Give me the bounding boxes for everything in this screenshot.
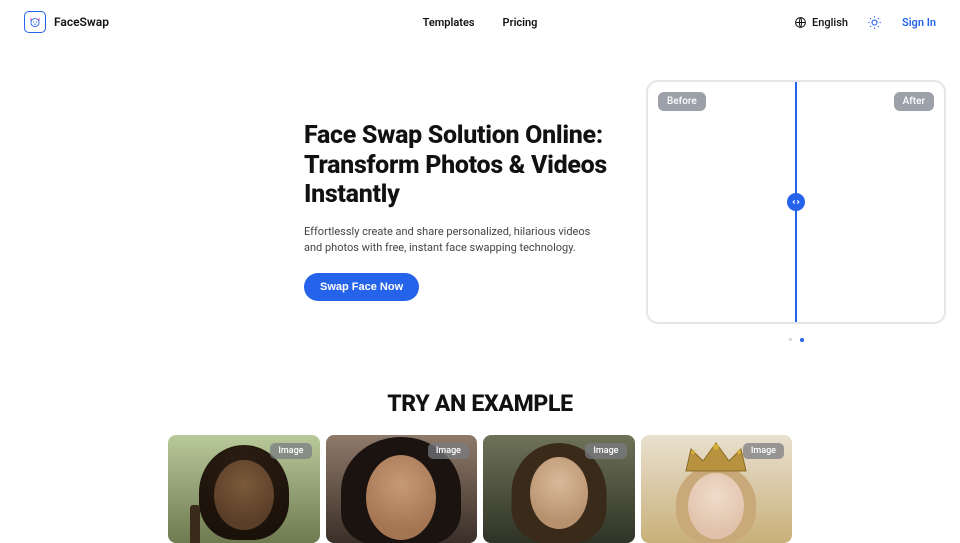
language-selector[interactable]: English <box>794 16 848 29</box>
after-badge: After <box>894 92 934 111</box>
example-type-badge: Image <box>270 443 311 459</box>
before-after-compare[interactable]: Before After <box>646 80 946 324</box>
portrait-placeholder <box>366 455 436 540</box>
signin-link[interactable]: Sign In <box>902 16 936 29</box>
hero-copy: Face Swap Solution Online: Transform Pho… <box>152 121 614 301</box>
examples-section: TRY AN EXAMPLE Image Image Image Image <box>0 390 960 543</box>
hero-subtitle: Effortlessly create and share personaliz… <box>304 224 594 257</box>
example-card-1[interactable]: Image <box>326 435 478 543</box>
cat-face-icon <box>24 11 46 33</box>
crown-icon <box>681 441 751 475</box>
portrait-placeholder <box>214 460 274 530</box>
sun-icon <box>867 15 882 30</box>
portrait-placeholder <box>190 505 200 543</box>
language-label: English <box>812 16 848 29</box>
main-nav: Templates Pricing <box>423 16 538 29</box>
example-card-0[interactable]: Image <box>168 435 320 543</box>
example-type-badge: Image <box>585 443 626 459</box>
hero-section: Face Swap Solution Online: Transform Pho… <box>0 44 960 342</box>
brand-block[interactable]: FaceSwap <box>24 11 109 33</box>
brand-name: FaceSwap <box>54 15 109 29</box>
nav-templates[interactable]: Templates <box>423 16 475 29</box>
hero-title: Face Swap Solution Online: Transform Pho… <box>304 121 614 210</box>
carousel-dot-0[interactable] <box>789 338 792 341</box>
theme-toggle[interactable] <box>866 13 884 31</box>
carousel-dots <box>646 338 946 342</box>
swap-face-button[interactable]: Swap Face Now <box>304 273 419 301</box>
before-badge: Before <box>658 92 706 111</box>
compare-handle[interactable] <box>787 193 805 211</box>
example-type-badge: Image <box>743 443 784 459</box>
example-card-2[interactable]: Image <box>483 435 635 543</box>
example-type-badge: Image <box>428 443 469 459</box>
hero-preview: Before After <box>646 80 946 342</box>
globe-icon <box>794 16 807 29</box>
nav-pricing[interactable]: Pricing <box>503 16 538 29</box>
site-header: FaceSwap Templates Pricing English Sign … <box>0 0 960 44</box>
examples-title: TRY AN EXAMPLE <box>0 390 960 417</box>
portrait-placeholder <box>530 457 588 529</box>
portrait-placeholder <box>688 473 744 539</box>
examples-row: Image Image Image Image <box>0 435 960 543</box>
header-actions: English Sign In <box>794 13 936 31</box>
horizontal-resize-icon <box>791 197 801 207</box>
carousel-dot-1[interactable] <box>800 338 804 342</box>
example-card-3[interactable]: Image <box>641 435 793 543</box>
